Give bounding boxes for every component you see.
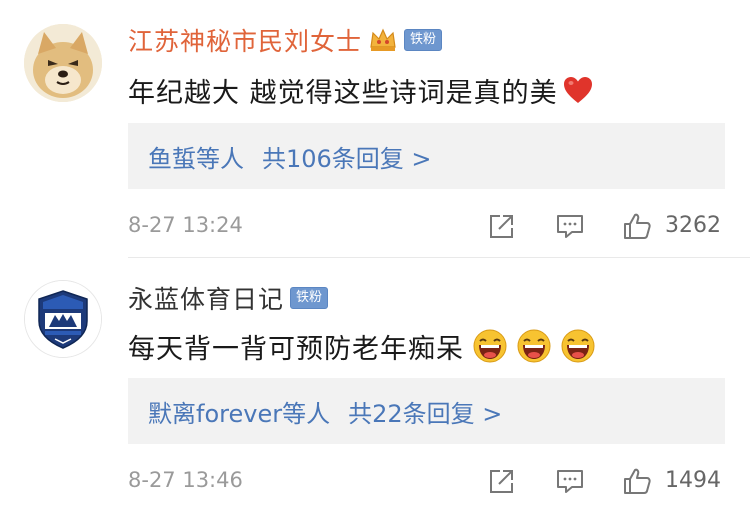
username[interactable]: 永蓝体育日记 [128, 280, 284, 316]
share-icon[interactable] [487, 211, 517, 241]
comment-text-body: 年纪越大 越觉得这些诗词是真的美 [128, 77, 558, 109]
heart-emoji-icon [563, 77, 592, 103]
comment-footer: 8-27 13:46 1494 [0, 460, 750, 500]
laughing-emoji-icon [561, 329, 595, 363]
username-row: 永蓝体育日记 铁粉 [128, 280, 329, 316]
fan-badge: 铁粉 [290, 287, 329, 309]
timestamp: 8-27 13:24 [128, 213, 243, 237]
like-count: 3262 [665, 213, 721, 238]
reply-users[interactable]: 鱼蜇等人 [148, 139, 244, 174]
avatar[interactable] [24, 280, 102, 358]
username[interactable]: 江苏神秘市民刘女士 [128, 22, 362, 58]
username-row: 江苏神秘市民刘女士 铁粉 [128, 22, 443, 58]
avatar[interactable] [24, 24, 102, 102]
comment-text-body: 每天背一背可预防老年痴呆 [128, 333, 464, 365]
timestamp: 8-27 13:46 [128, 468, 243, 492]
comment-text: 年纪越大 越觉得这些诗词是真的美 [128, 68, 594, 112]
laughing-emoji-icon [473, 329, 507, 363]
comment-item: 永蓝体育日记 铁粉 每天背一背可预防老年痴呆 默离forever等人 共22条回… [0, 262, 750, 513]
thumbs-up-icon[interactable] [622, 466, 652, 496]
divider [128, 257, 750, 258]
comment-item: 江苏神秘市民刘女士 铁粉 年纪越大 越觉得这些诗词是真的美 鱼蜇等人 共106条… [0, 0, 750, 258]
reply-count-link[interactable]: 共22条回复 > [348, 394, 502, 429]
reply-count-link[interactable]: 共106条回复 > [262, 139, 432, 174]
share-icon[interactable] [487, 466, 517, 496]
like-count: 1494 [665, 468, 721, 493]
reply-summary[interactable]: 默离forever等人 共22条回复 > [128, 378, 725, 444]
doge-avatar-icon [24, 24, 102, 102]
comment-icon[interactable] [555, 211, 585, 241]
comment-text: 每天背一背可预防老年痴呆 [128, 324, 596, 368]
crown-icon [370, 28, 396, 51]
comment-icon[interactable] [555, 466, 585, 496]
reply-summary[interactable]: 鱼蜇等人 共106条回复 > [128, 123, 725, 189]
reply-users[interactable]: 默离forever等人 [148, 394, 330, 429]
comment-footer: 8-27 13:24 3262 [0, 205, 750, 245]
laughing-emoji-icon [517, 329, 551, 363]
football-club-crest-icon [25, 281, 101, 357]
fan-badge: 铁粉 [404, 29, 443, 51]
thumbs-up-icon[interactable] [622, 211, 652, 241]
